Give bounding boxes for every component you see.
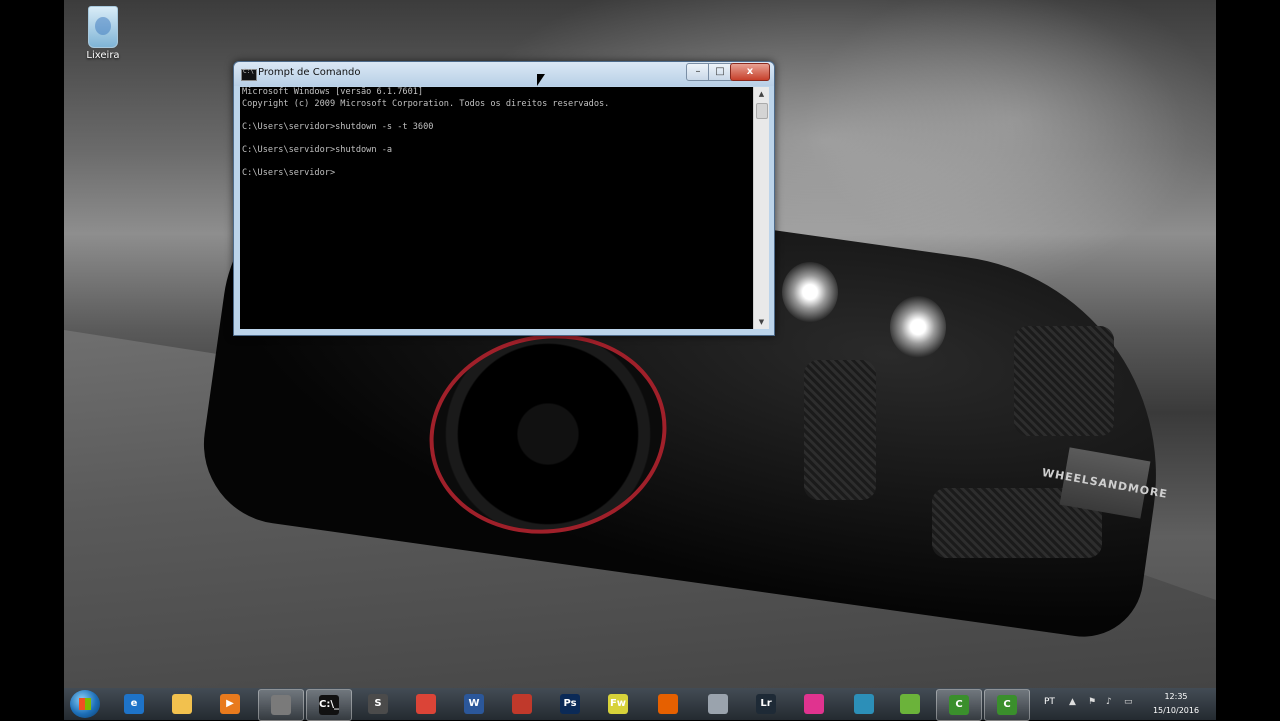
pink-app-icon (804, 694, 824, 714)
wallpaper-headlight (890, 296, 946, 358)
photoshop-icon: Ps (560, 694, 580, 714)
taskbar-button-fireworks[interactable]: Fw (596, 689, 640, 719)
console-line: C:\Users\servidor>shutdown -a (242, 144, 393, 155)
volume-icon[interactable]: ♪ (1106, 697, 1112, 707)
taskbar-button-media-player[interactable]: ▶ (208, 689, 252, 719)
taskbar-button-red-app[interactable] (500, 689, 544, 719)
windows-explorer-icon (172, 694, 192, 714)
taskbar-button-command-prompt[interactable]: C:\_ (306, 689, 352, 721)
maximize-icon: □ (715, 66, 725, 77)
console-line (240, 156, 753, 168)
letterbox-left (0, 0, 64, 720)
console-output[interactable]: Microsoft Windows [versão 6.1.7601] Copyr… (240, 87, 753, 329)
taskbar-button-chrome[interactable] (404, 689, 448, 719)
chrome-icon (416, 694, 436, 714)
app-icon-icon (708, 694, 728, 714)
taskbar-button-app-icon[interactable] (696, 689, 740, 719)
camtasia-recorder-icon: C (997, 695, 1017, 715)
command-prompt-icon: C:\_ (319, 695, 339, 715)
chart-app-icon (900, 694, 920, 714)
console-line: C:\Users\servidor>shutdown -s -t 3600 (242, 121, 434, 132)
network-icon[interactable]: ▭ (1124, 697, 1133, 707)
system-tray: PT ▲ ⚑ ♪ ▭ 12:35 15/10/2016 (1044, 688, 1216, 720)
wallpaper-headlight (782, 262, 838, 322)
wallpaper-grille (1014, 326, 1114, 436)
console-line: Copyright (c) 2009 Microsoft Corporation… (242, 98, 610, 109)
taskbar-button-task-manager[interactable] (258, 689, 304, 721)
clock-time[interactable]: 12:35 (1146, 692, 1206, 701)
scroll-down-icon[interactable]: ▼ (754, 315, 769, 329)
firefox-icon (658, 694, 678, 714)
maximize-button[interactable]: □ (708, 63, 732, 81)
internet-explorer-icon: e (124, 694, 144, 714)
start-button[interactable] (70, 690, 100, 718)
desktop-icon-recycle-bin[interactable]: Lixeira (82, 6, 124, 61)
taskbar-button-pink-app[interactable] (792, 689, 836, 719)
close-icon: x (746, 66, 754, 77)
red-app-icon (512, 694, 532, 714)
taskbar-button-lightroom[interactable]: Lr (744, 689, 788, 719)
scroll-thumb[interactable] (756, 103, 768, 119)
taskbar-button-sublime-text[interactable]: S (356, 689, 400, 719)
letterbox-right (1216, 0, 1280, 720)
taskbar-button-windows-explorer[interactable] (160, 689, 204, 719)
camtasia-icon: C (949, 695, 969, 715)
command-prompt-window[interactable]: Prompt de Comando – □ x Microsoft Window… (233, 61, 775, 336)
console-line (240, 133, 753, 145)
taskbar-button-chart-app[interactable] (888, 689, 932, 719)
fireworks-icon: Fw (608, 694, 628, 714)
flag-icon[interactable]: ⚑ (1088, 697, 1096, 707)
clock-date[interactable]: 15/10/2016 (1146, 706, 1206, 715)
taskbar-button-word[interactable]: W (452, 689, 496, 719)
vertical-scrollbar[interactable]: ▲ ▼ (753, 87, 769, 329)
taskbar-button-camtasia[interactable]: C (936, 689, 982, 721)
cmd-icon[interactable] (241, 68, 257, 81)
task-manager-icon (271, 695, 291, 715)
taskbar-button-film-app[interactable] (842, 689, 886, 719)
lightroom-icon: Lr (756, 694, 776, 714)
show-hidden-icons-icon[interactable]: ▲ (1069, 697, 1076, 707)
taskbar-button-firefox[interactable] (646, 689, 690, 719)
sublime-text-icon: S (368, 694, 388, 714)
minimize-button[interactable]: – (686, 63, 710, 81)
recycle-bin-icon (88, 6, 118, 48)
taskbar-button-internet-explorer[interactable]: e (112, 689, 156, 719)
window-titlebar[interactable]: Prompt de Comando – □ x (234, 62, 774, 86)
console-line: Microsoft Windows [versão 6.1.7601] (242, 87, 424, 97)
media-player-icon: ▶ (220, 694, 240, 714)
minimize-icon: – (695, 66, 701, 77)
console-line (240, 110, 753, 122)
window-title: Prompt de Comando (258, 67, 361, 78)
word-icon: W (464, 694, 484, 714)
taskbar: e ▶ C:\_ S W Ps Fw Lr C C PT ▲ ⚑ ♪ ▭ 12:35 15/10/… (64, 688, 1216, 721)
wallpaper-grille (804, 360, 876, 500)
desktop-icon-label: Lixeira (86, 50, 120, 61)
language-indicator[interactable]: PT (1044, 697, 1055, 707)
taskbar-button-photoshop[interactable]: Ps (548, 689, 592, 719)
console-prompt[interactable]: C:\Users\servidor> (240, 168, 753, 180)
scroll-up-icon[interactable]: ▲ (754, 87, 769, 101)
close-button[interactable]: x (730, 63, 770, 81)
taskbar-button-camtasia-recorder[interactable]: C (984, 689, 1030, 721)
film-app-icon (854, 694, 874, 714)
